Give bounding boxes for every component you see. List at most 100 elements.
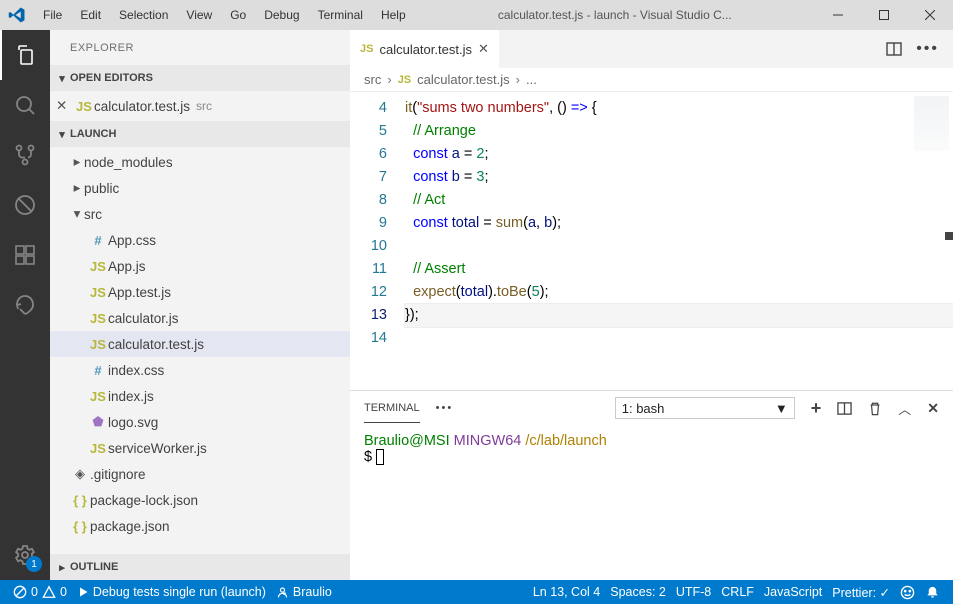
menu-view[interactable]: View: [177, 8, 221, 22]
activity-explorer[interactable]: [0, 30, 50, 80]
menu-go[interactable]: Go: [221, 8, 255, 22]
folder-item[interactable]: ▸node_modules: [50, 149, 350, 175]
split-terminal-icon[interactable]: [837, 401, 852, 416]
status-bar: 0 0 Debug tests single run (launch) Brau…: [0, 580, 953, 604]
section-label: OPEN EDITORS: [70, 72, 153, 84]
css-file-icon: #: [88, 363, 108, 378]
file-item[interactable]: #index.css: [50, 357, 350, 383]
js-file-icon: JS: [88, 441, 108, 456]
file-item[interactable]: JScalculator.test.js: [50, 331, 350, 357]
scroll-marker: [945, 232, 953, 240]
svg-file-icon: ⬟: [88, 414, 108, 430]
tab-close-icon[interactable]: ✕: [478, 41, 489, 57]
menu-edit[interactable]: Edit: [71, 8, 110, 22]
crumb[interactable]: calculator.test.js: [417, 72, 510, 87]
terminal-cursor: [376, 449, 384, 465]
file-item[interactable]: { }package-lock.json: [50, 487, 350, 513]
section-project[interactable]: ▾ LAUNCH: [50, 121, 350, 147]
file-label: App.css: [108, 233, 156, 248]
new-terminal-icon[interactable]: +: [811, 398, 822, 419]
folder-item[interactable]: ▾src: [50, 201, 350, 227]
file-label: logo.svg: [108, 415, 158, 430]
js-file-icon: JS: [88, 259, 108, 274]
status-language[interactable]: JavaScript: [759, 585, 827, 599]
activity-search[interactable]: [0, 80, 50, 130]
json-file-icon: { }: [70, 519, 90, 534]
activity-extensions[interactable]: [0, 230, 50, 280]
file-item[interactable]: { }package.json: [50, 513, 350, 539]
status-prettier[interactable]: Prettier: ✓: [827, 585, 895, 600]
terminal-selector[interactable]: 1: bash ▼: [615, 397, 795, 419]
js-file-icon: JS: [88, 337, 108, 352]
more-actions-icon[interactable]: •••: [436, 402, 454, 414]
file-label: App.js: [108, 259, 146, 274]
chevron-right-icon: ›: [387, 72, 391, 87]
split-editor-icon[interactable]: [886, 41, 902, 57]
activity-debug[interactable]: [0, 180, 50, 230]
close-panel-icon[interactable]: ✕: [927, 400, 939, 417]
minimap[interactable]: [914, 96, 949, 151]
js-file-icon: JS: [88, 311, 108, 326]
file-path: src: [196, 99, 212, 113]
maximize-button[interactable]: [861, 0, 907, 30]
status-feedback-icon[interactable]: [895, 585, 920, 600]
tab-calculator-test[interactable]: JS calculator.test.js ✕: [350, 30, 500, 68]
crumb[interactable]: src: [364, 72, 381, 87]
folder-item[interactable]: ▸public: [50, 175, 350, 201]
status-indentation[interactable]: Spaces: 2: [605, 585, 671, 599]
file-item[interactable]: JSApp.js: [50, 253, 350, 279]
section-open-editors[interactable]: ▾ OPEN EDITORS: [50, 65, 350, 91]
window-title: calculator.test.js - launch - Visual Stu…: [415, 8, 815, 22]
chevron-right-icon: ›: [516, 72, 520, 87]
close-icon[interactable]: ✕: [56, 98, 74, 114]
terminal-panel: TERMINAL ••• 1: bash ▼ + ︿ ✕ Bra: [350, 390, 953, 580]
code-editor[interactable]: 4567891011121314 it("sums two numbers", …: [350, 92, 953, 390]
file-label: index.css: [108, 363, 164, 378]
status-live-share[interactable]: Braulio: [271, 580, 337, 604]
section-outline[interactable]: ▸ OUTLINE: [50, 554, 350, 580]
activity-bar: 1: [0, 30, 50, 580]
file-item[interactable]: JSApp.test.js: [50, 279, 350, 305]
file-label: calculator.test.js: [108, 337, 204, 352]
crumb[interactable]: ...: [526, 72, 537, 87]
breadcrumb[interactable]: src › JS calculator.test.js › ...: [350, 68, 953, 92]
chevron-down-icon: ▼: [775, 401, 788, 416]
menu-terminal[interactable]: Terminal: [309, 8, 372, 22]
status-eol[interactable]: CRLF: [716, 585, 759, 599]
file-item[interactable]: JSserviceWorker.js: [50, 435, 350, 461]
terminal-prompt: $: [364, 449, 376, 465]
section-label: LAUNCH: [70, 128, 116, 140]
file-label: package-lock.json: [90, 493, 198, 508]
activity-source-control[interactable]: [0, 130, 50, 180]
status-notifications-icon[interactable]: [920, 585, 945, 600]
menu-debug[interactable]: Debug: [255, 8, 308, 22]
more-actions-icon[interactable]: •••: [916, 40, 939, 58]
file-item[interactable]: ◈.gitignore: [50, 461, 350, 487]
open-editor-item[interactable]: ✕JScalculator.test.jssrc: [50, 93, 350, 119]
close-button[interactable]: [907, 0, 953, 30]
file-item[interactable]: ⬟logo.svg: [50, 409, 350, 435]
terminal-body[interactable]: Braulio@MSI MINGW64 /c/lab/launch $: [350, 425, 953, 580]
file-label: package.json: [90, 519, 170, 534]
section-label: OUTLINE: [70, 561, 118, 573]
minimize-button[interactable]: [815, 0, 861, 30]
file-item[interactable]: #App.css: [50, 227, 350, 253]
js-file-icon: JS: [88, 285, 108, 300]
status-debug[interactable]: Debug tests single run (launch): [72, 580, 271, 604]
status-cursor[interactable]: Ln 13, Col 4: [528, 585, 605, 599]
menu-help[interactable]: Help: [372, 8, 415, 22]
menu-file[interactable]: File: [34, 8, 71, 22]
activity-live-share[interactable]: [0, 280, 50, 330]
status-problems[interactable]: 0 0: [8, 580, 72, 604]
js-file-icon: JS: [74, 99, 94, 114]
terminal-tab[interactable]: TERMINAL: [364, 402, 420, 423]
kill-terminal-icon[interactable]: [868, 401, 882, 416]
maximize-panel-icon[interactable]: ︿: [898, 399, 911, 418]
js-file-icon: JS: [88, 389, 108, 404]
activity-settings[interactable]: 1: [0, 530, 50, 580]
status-encoding[interactable]: UTF-8: [671, 585, 716, 599]
file-item[interactable]: JScalculator.js: [50, 305, 350, 331]
chevron-right-icon: ▸: [54, 561, 70, 574]
file-item[interactable]: JSindex.js: [50, 383, 350, 409]
menu-selection[interactable]: Selection: [110, 8, 177, 22]
